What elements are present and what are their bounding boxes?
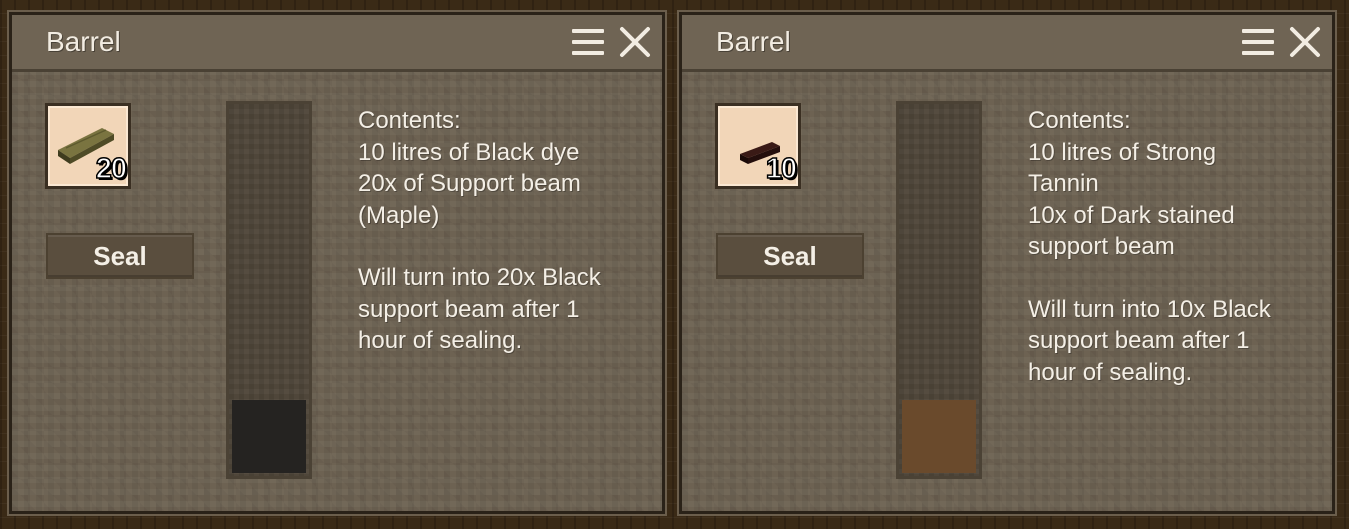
liquid-fill <box>902 400 976 473</box>
contents-line: support beam <box>1028 233 1175 260</box>
menu-icon[interactable] <box>572 27 604 57</box>
contents-line: 10 litres of Black dye <box>358 138 580 166</box>
result-line: hour of sealing. <box>358 327 523 354</box>
result-line: support beam after 1 <box>1028 327 1250 354</box>
close-icon[interactable] <box>618 25 652 59</box>
contents-heading: Contents: <box>358 107 461 134</box>
result-line: hour of sealing. <box>1028 358 1193 386</box>
item-count: 20 <box>95 152 128 186</box>
contents-line: Tannin <box>1028 170 1099 197</box>
contents-description: Contents: 10 litres of Strong Tannin 10x… <box>1028 105 1318 388</box>
contents-description: Contents: 10 litres of Black dye 20x of … <box>358 105 648 357</box>
window-title: Barrel <box>46 26 121 57</box>
result-line: Will turn into 10x Black <box>1028 295 1271 323</box>
window-titlebar[interactable]: Barrel <box>682 15 1332 72</box>
barrel-window-1: Barrel 20 Seal Contents: 10 litres of Bl… <box>7 10 667 516</box>
input-item-slot[interactable]: 20 <box>45 103 131 189</box>
contents-line: 10 litres of Strong <box>1028 138 1217 166</box>
result-line: Will turn into 20x Black <box>358 264 601 291</box>
liquid-tank <box>896 101 982 479</box>
item-count: 10 <box>765 152 798 186</box>
contents-line: 20x of Support beam <box>358 170 581 197</box>
input-item-slot[interactable]: 10 <box>715 103 801 189</box>
window-title: Barrel <box>716 26 791 57</box>
contents-line: 10x of Dark stained <box>1028 201 1235 229</box>
seal-button[interactable]: Seal <box>716 233 864 279</box>
liquid-tank <box>226 101 312 479</box>
menu-icon[interactable] <box>1242 27 1274 57</box>
game-screen: { "panels": [ { "title": "Barrel", "slot… <box>0 0 1349 529</box>
close-icon[interactable] <box>1288 25 1322 59</box>
liquid-fill <box>232 400 306 473</box>
barrel-window-2: Barrel 10 Seal Contents: 10 litres of St… <box>677 10 1337 516</box>
window-titlebar[interactable]: Barrel <box>12 15 662 72</box>
contents-line: (Maple) <box>358 201 440 229</box>
contents-heading: Contents: <box>1028 107 1131 134</box>
result-line: support beam after 1 <box>358 295 580 323</box>
seal-button[interactable]: Seal <box>46 233 194 279</box>
